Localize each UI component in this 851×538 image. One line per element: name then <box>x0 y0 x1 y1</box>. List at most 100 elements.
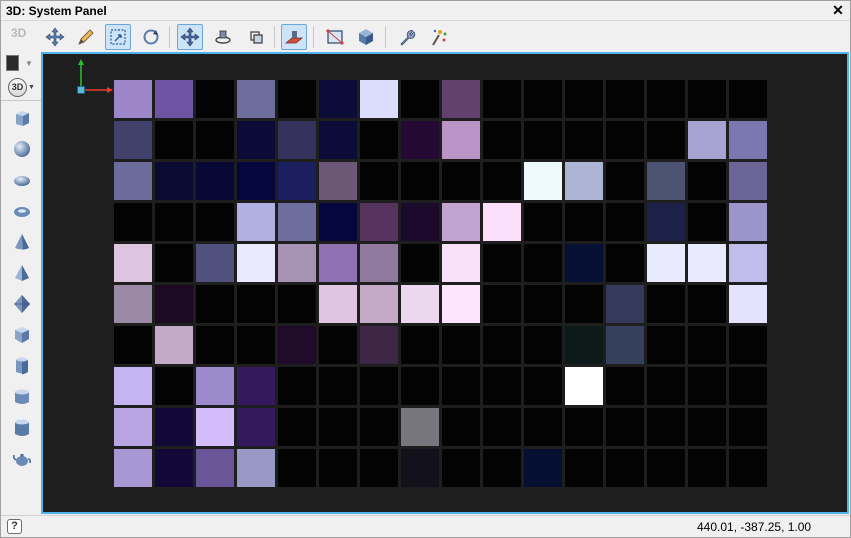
grid-cell[interactable] <box>278 121 316 159</box>
grid-cell[interactable] <box>155 367 193 405</box>
grid-cell[interactable] <box>237 162 275 200</box>
grid-cell[interactable] <box>688 285 726 323</box>
grid-cell[interactable] <box>401 244 439 282</box>
add-hex-cylinder-button[interactable] <box>10 354 34 378</box>
grid-cell[interactable] <box>401 449 439 487</box>
grid-cell[interactable] <box>483 121 521 159</box>
grid-cell[interactable] <box>442 121 480 159</box>
grid-cell[interactable] <box>155 408 193 446</box>
grid-cell[interactable] <box>401 162 439 200</box>
grid-cell[interactable] <box>565 244 603 282</box>
grid-cell[interactable] <box>401 80 439 118</box>
grid-cell[interactable] <box>524 408 562 446</box>
add-ellipsoid-button[interactable] <box>10 168 34 192</box>
grid-cell[interactable] <box>729 80 767 118</box>
grid-cell[interactable] <box>688 203 726 241</box>
grid-cell[interactable] <box>606 80 644 118</box>
grid-cell[interactable] <box>729 121 767 159</box>
grid-cell[interactable] <box>155 162 193 200</box>
grid-cell[interactable] <box>606 449 644 487</box>
grid-cell[interactable] <box>647 449 685 487</box>
grid-cell[interactable] <box>688 244 726 282</box>
color-swatch[interactable] <box>6 55 19 71</box>
grid-cell[interactable] <box>196 203 234 241</box>
grid-cell[interactable] <box>401 326 439 364</box>
grid-cell[interactable] <box>442 80 480 118</box>
grid-cell[interactable] <box>647 80 685 118</box>
grid-cell[interactable] <box>196 408 234 446</box>
grid-cell[interactable] <box>565 408 603 446</box>
grid-cell[interactable] <box>278 449 316 487</box>
grid-cell[interactable] <box>237 244 275 282</box>
grid-cell[interactable] <box>360 203 398 241</box>
grid-cell[interactable] <box>565 203 603 241</box>
grid-cell[interactable] <box>647 203 685 241</box>
grid-cell[interactable] <box>483 244 521 282</box>
grid-cell[interactable] <box>319 367 357 405</box>
grid-cell[interactable] <box>237 367 275 405</box>
grid-cell[interactable] <box>688 80 726 118</box>
grid-cell[interactable] <box>319 408 357 446</box>
grid-cell[interactable] <box>360 326 398 364</box>
add-tall-cylinder-button[interactable] <box>10 416 34 440</box>
rotate-button[interactable] <box>138 24 164 50</box>
grid-cell[interactable] <box>565 80 603 118</box>
bounding-box-button[interactable] <box>322 24 348 50</box>
grid-cell[interactable] <box>360 244 398 282</box>
orbit-camera-button[interactable] <box>210 24 236 50</box>
grid-cell[interactable] <box>155 80 193 118</box>
grid-cell[interactable] <box>319 203 357 241</box>
grid-cell[interactable] <box>647 367 685 405</box>
grid-cell[interactable] <box>114 203 152 241</box>
grid-cell[interactable] <box>565 326 603 364</box>
grid-cell[interactable] <box>483 367 521 405</box>
grid-cell[interactable] <box>729 367 767 405</box>
grid-cell[interactable] <box>360 80 398 118</box>
grid-cell[interactable] <box>647 162 685 200</box>
grid-cell[interactable] <box>483 408 521 446</box>
grid-cell[interactable] <box>319 80 357 118</box>
grid-cell[interactable] <box>237 203 275 241</box>
grid-cell[interactable] <box>196 326 234 364</box>
add-torus-button[interactable] <box>10 199 34 223</box>
grid-cell[interactable] <box>524 449 562 487</box>
grid-cell[interactable] <box>688 449 726 487</box>
grid-cell[interactable] <box>442 285 480 323</box>
grid-cell[interactable] <box>401 203 439 241</box>
grid-cell[interactable] <box>565 285 603 323</box>
add-cone-button[interactable] <box>10 230 34 254</box>
grid-cell[interactable] <box>155 326 193 364</box>
grid-cell[interactable] <box>524 203 562 241</box>
grid-cell[interactable] <box>442 367 480 405</box>
grid-cell[interactable] <box>319 449 357 487</box>
grid-cell[interactable] <box>647 326 685 364</box>
grid-cell[interactable] <box>319 244 357 282</box>
grid-cell[interactable] <box>606 162 644 200</box>
grid-cell[interactable] <box>155 203 193 241</box>
grid-cell[interactable] <box>237 408 275 446</box>
grid-cell[interactable] <box>319 162 357 200</box>
shaded-cube-button[interactable] <box>353 24 379 50</box>
grid-cell[interactable] <box>483 449 521 487</box>
grid-cell[interactable] <box>729 244 767 282</box>
move-object-button[interactable] <box>42 24 68 50</box>
color-picker[interactable]: ▼ <box>6 54 38 72</box>
grid-cell[interactable] <box>483 162 521 200</box>
grid-cell[interactable] <box>237 285 275 323</box>
grid-cell[interactable] <box>483 203 521 241</box>
grid-cell[interactable] <box>278 162 316 200</box>
grid-cell[interactable] <box>319 285 357 323</box>
grid-cell[interactable] <box>319 121 357 159</box>
grid-cell[interactable] <box>524 80 562 118</box>
grid-cell[interactable] <box>483 285 521 323</box>
grid-cell[interactable] <box>524 285 562 323</box>
grid-cell[interactable] <box>278 367 316 405</box>
grid-cell[interactable] <box>483 326 521 364</box>
add-sphere-button[interactable] <box>10 137 34 161</box>
grid-cell[interactable] <box>196 285 234 323</box>
grid-cell[interactable] <box>401 121 439 159</box>
grid-cell[interactable] <box>114 162 152 200</box>
add-pyramid-button[interactable] <box>10 261 34 285</box>
grid-cell[interactable] <box>196 367 234 405</box>
grid-cell[interactable] <box>647 244 685 282</box>
